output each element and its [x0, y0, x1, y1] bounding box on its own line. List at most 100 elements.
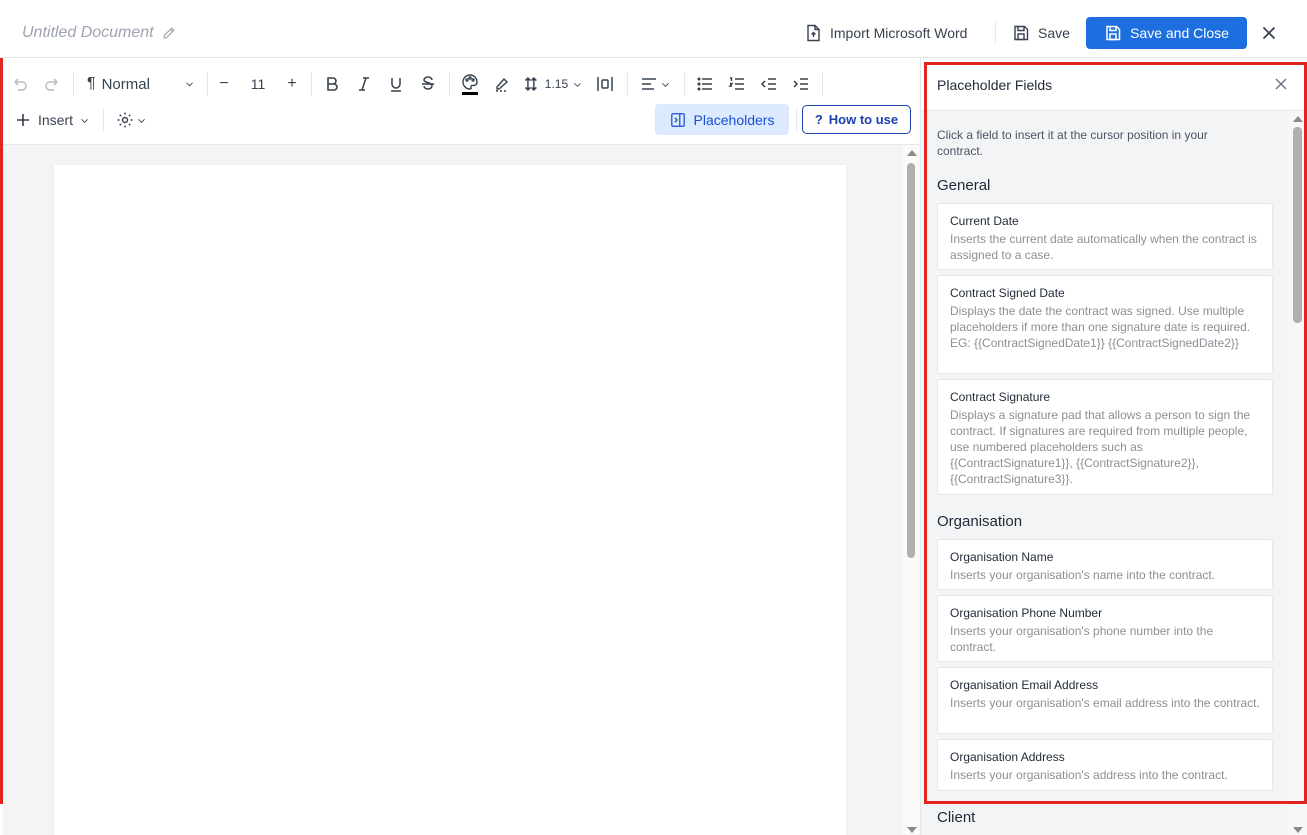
line-spacing-select[interactable]: 1.15 — [523, 69, 583, 99]
placeholder-card[interactable]: Organisation Address Inserts your organi… — [937, 739, 1273, 791]
font-size-value: 11 — [250, 76, 266, 92]
scrollbar-thumb[interactable] — [907, 163, 915, 558]
chevron-down-icon — [137, 118, 145, 123]
font-size-input[interactable]: 11 — [243, 69, 273, 99]
toolbar-divider — [627, 72, 628, 96]
outdent-button[interactable] — [757, 69, 781, 99]
undo-icon — [13, 78, 27, 91]
toolbar-divider — [684, 72, 685, 96]
placeholder-card-description: Inserts your organisation's email addres… — [950, 696, 1260, 710]
align-select[interactable] — [637, 69, 673, 99]
highlight-color-button[interactable] — [490, 69, 514, 99]
file-import-icon — [807, 24, 820, 42]
section-title-client: Client — [937, 809, 976, 826]
toolbar-divider — [207, 72, 208, 96]
plus-icon: + — [287, 75, 297, 92]
increase-font-size-button[interactable]: + — [281, 69, 303, 99]
italic-button[interactable] — [352, 69, 376, 99]
panel-scrollbar[interactable] — [1287, 111, 1307, 835]
chevron-down-icon — [81, 118, 88, 123]
scroll-up-arrow-icon[interactable] — [1293, 116, 1303, 122]
italic-icon — [359, 77, 369, 91]
placeholder-card[interactable]: Organisation Phone Number Inserts your o… — [937, 595, 1273, 662]
how-to-use-button[interactable]: ? How to use — [802, 105, 911, 134]
decrease-font-size-button[interactable]: − — [213, 69, 235, 99]
insert-menu-button[interactable]: Insert — [13, 105, 91, 135]
import-word-button[interactable]: Import Microsoft Word — [804, 17, 967, 49]
numbered-list-icon — [728, 77, 744, 90]
toolbar-divider — [796, 108, 797, 132]
underline-button[interactable] — [384, 69, 408, 99]
text-color-button[interactable] — [458, 69, 482, 99]
editor-toolbar: ¶ Normal − 11 + 1.15 Insert Placeholders… — [3, 58, 920, 145]
highlighter-icon — [496, 77, 509, 92]
numbered-list-button[interactable] — [725, 69, 749, 99]
redo-button[interactable] — [41, 69, 63, 99]
document-title[interactable]: Untitled Document — [22, 24, 176, 42]
line-spacing-value: 1.15 — [544, 77, 569, 91]
placeholder-card-title: Contract Signature — [950, 390, 1051, 404]
indent-button[interactable] — [789, 69, 813, 99]
gear-icon — [117, 112, 132, 128]
bold-button[interactable] — [320, 69, 344, 99]
chevron-down-icon — [574, 82, 581, 87]
placeholder-card-description: Inserts the current date automatically w… — [950, 232, 1257, 262]
section-title-organisation: Organisation — [937, 513, 1023, 530]
toolbar-divider — [311, 72, 312, 96]
header-bar: Untitled Document Import Microsoft Word … — [0, 0, 1307, 58]
paragraph-style-select[interactable]: ¶ Normal — [87, 69, 195, 99]
toolbar-divider — [73, 72, 74, 96]
toolbar-divider — [449, 72, 450, 96]
line-spacing-icon — [524, 77, 537, 91]
strikethrough-button[interactable] — [416, 69, 440, 99]
header-divider — [995, 22, 996, 44]
underline-icon — [391, 78, 401, 92]
close-icon — [1262, 26, 1276, 40]
placeholders-toggle-button[interactable]: Placeholders — [655, 104, 789, 135]
question-icon: ? — [814, 112, 823, 127]
close-editor-button[interactable] — [1258, 17, 1280, 49]
save-icon — [1014, 25, 1029, 41]
save-button[interactable]: Save — [1012, 17, 1070, 49]
placeholder-card[interactable]: Organisation Name Inserts your organisat… — [937, 539, 1273, 590]
scrollbar-thumb[interactable] — [1293, 127, 1302, 323]
palette-icon — [462, 74, 478, 90]
placeholder-card-title: Organisation Address — [950, 750, 1065, 764]
panel-title: Placeholder Fields — [937, 77, 1053, 93]
chevron-down-icon — [186, 82, 193, 87]
minus-icon: − — [219, 75, 229, 92]
placeholder-card[interactable]: Contract Signed Date Displays the date t… — [937, 275, 1273, 374]
placeholder-card-title: Contract Signed Date — [950, 286, 1065, 300]
placeholder-fields-panel: Placeholder Fields Click a field to inse… — [920, 58, 1307, 835]
panel-header: Placeholder Fields — [921, 58, 1307, 111]
plus-icon — [16, 114, 29, 126]
panel-toggle-icon — [670, 112, 685, 127]
scroll-up-arrow-icon[interactable] — [907, 150, 917, 156]
column-layout-button[interactable] — [593, 69, 617, 99]
editor-scrollbar[interactable] — [903, 145, 920, 835]
bullet-list-icon — [697, 77, 712, 91]
redo-icon — [45, 78, 59, 91]
pencil-icon[interactable] — [162, 26, 176, 40]
save-and-close-button[interactable]: Save and Close — [1086, 17, 1247, 49]
placeholder-card[interactable]: Current Date Inserts the current date au… — [937, 203, 1273, 270]
scroll-down-arrow-icon[interactable] — [907, 827, 917, 833]
placeholder-card-description: Inserts your organisation's name into th… — [950, 568, 1216, 582]
columns-icon — [597, 77, 613, 91]
settings-menu-button[interactable] — [113, 105, 149, 135]
placeholder-card-title: Current Date — [950, 214, 1019, 228]
scroll-down-arrow-icon[interactable] — [1293, 827, 1303, 833]
save-and-close-label: Save and Close — [1130, 25, 1229, 41]
bullet-list-button[interactable] — [693, 69, 717, 99]
save-label: Save — [1038, 25, 1070, 41]
placeholder-card-title: Organisation Phone Number — [950, 606, 1103, 620]
align-left-icon — [641, 78, 656, 90]
placeholder-card[interactable]: Organisation Email Address Inserts your … — [937, 667, 1273, 734]
insert-menu-label: Insert — [37, 112, 73, 128]
import-word-label: Import Microsoft Word — [830, 25, 968, 41]
placeholder-card[interactable]: Contract Signature Displays a signature … — [937, 379, 1273, 495]
placeholder-card-description: Displays the date the contract was signe… — [950, 304, 1251, 350]
document-page[interactable] — [54, 165, 846, 835]
undo-button[interactable] — [9, 69, 31, 99]
panel-close-button[interactable] — [1273, 76, 1289, 92]
